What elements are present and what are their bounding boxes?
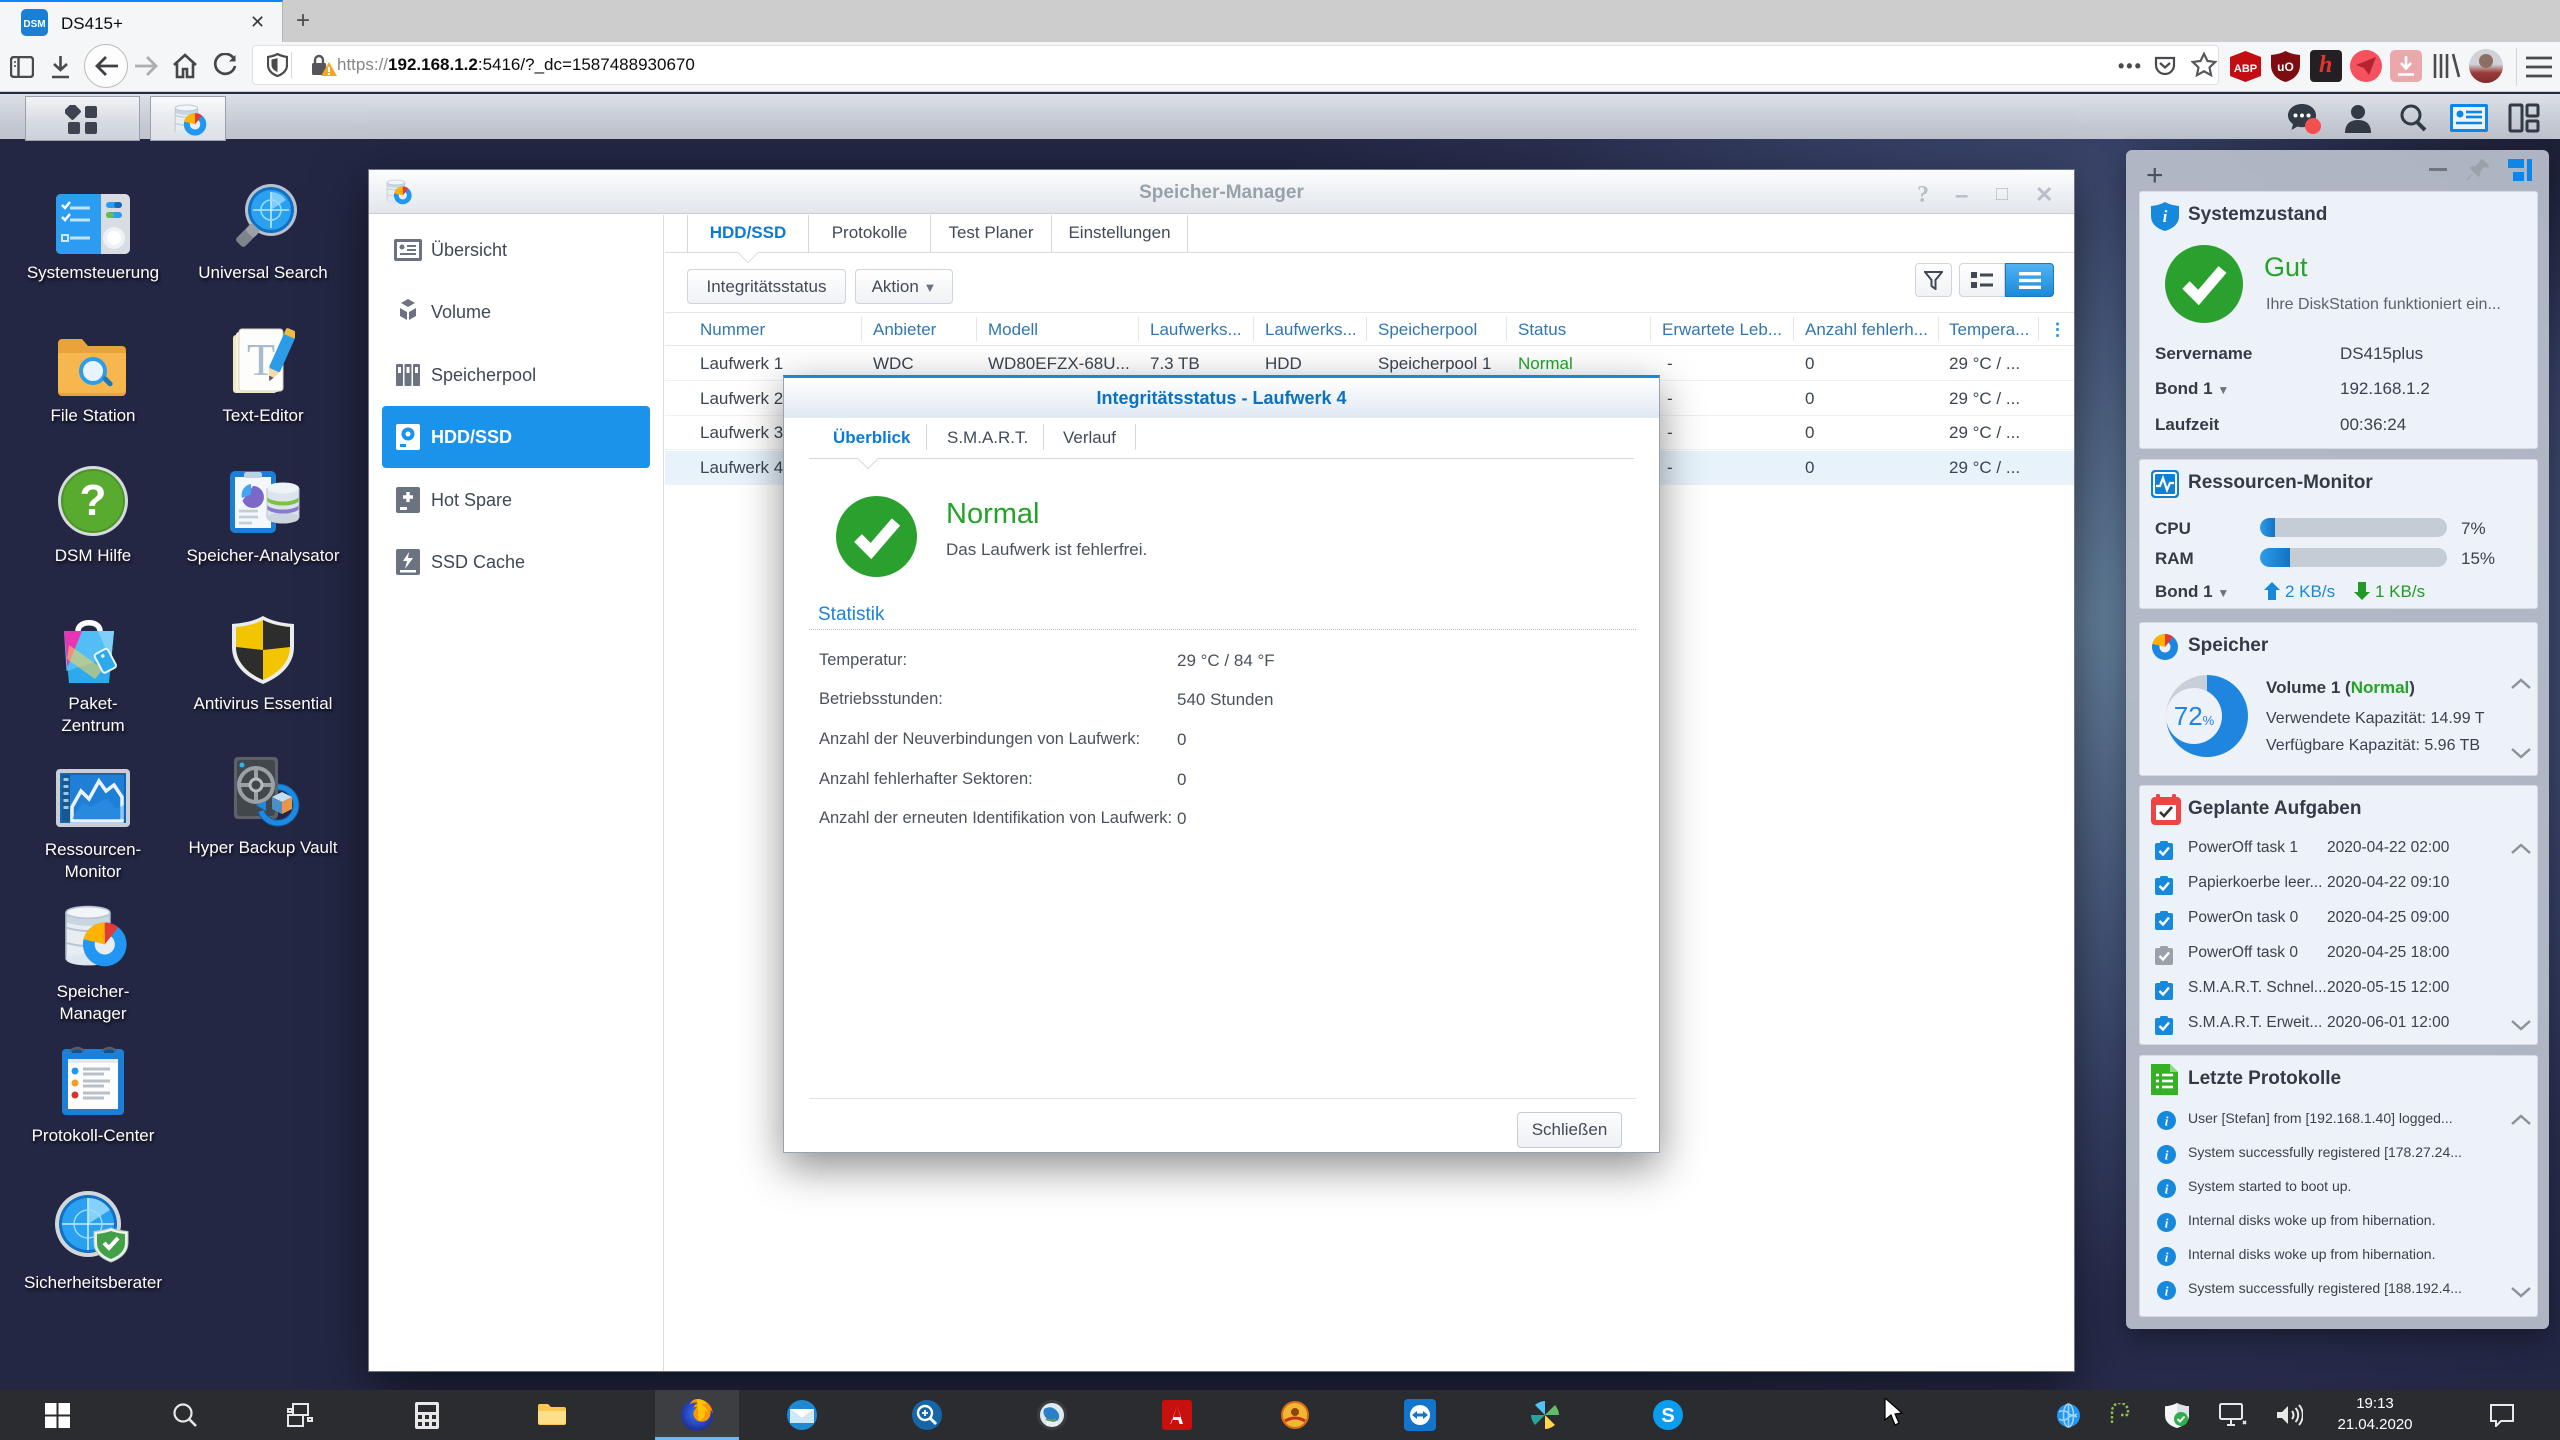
- svg-text:ABP: ABP: [2234, 63, 2257, 75]
- svg-text:i: i: [2165, 1284, 2169, 1299]
- svg-text:uO: uO: [2277, 60, 2294, 74]
- svg-text:Pro: Pro: [1047, 1421, 1058, 1428]
- svg-text:S: S: [1661, 1405, 1674, 1427]
- svg-text:i: i: [2165, 1114, 2169, 1129]
- svg-text:i: i: [2165, 1148, 2169, 1163]
- svg-text:?: ?: [80, 476, 107, 525]
- svg-text:i: i: [2165, 1250, 2169, 1265]
- svg-text:i: i: [2165, 1182, 2169, 1197]
- svg-text:i: i: [2165, 1216, 2169, 1231]
- svg-text:DSM: DSM: [23, 19, 45, 30]
- svg-text:i: i: [2163, 207, 2168, 226]
